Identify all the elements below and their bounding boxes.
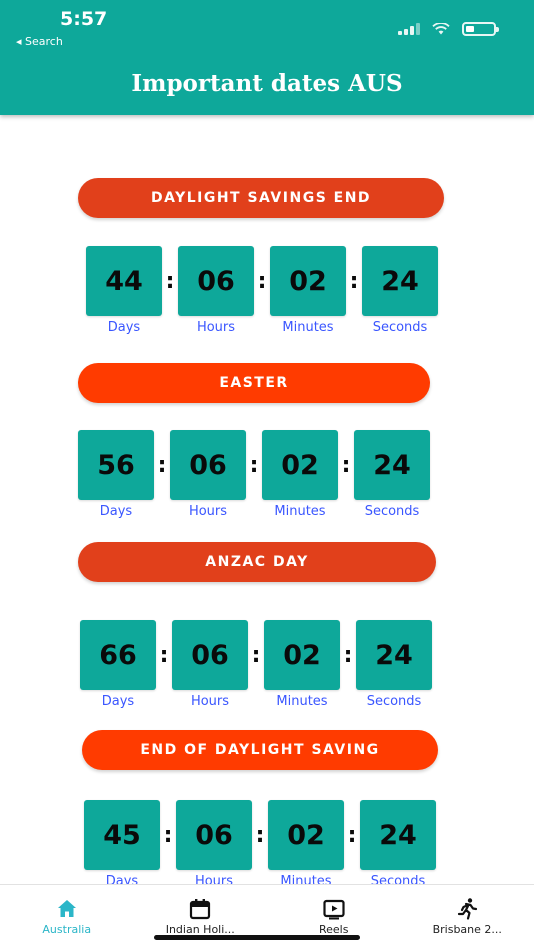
calendar-icon [188, 897, 212, 921]
colon-separator: : [346, 246, 362, 316]
minutes-value: 02 [268, 800, 344, 870]
tab-australia[interactable]: Australia [0, 885, 134, 951]
hours-value: 06 [178, 246, 254, 316]
minutes-unit: 02 Minutes [262, 430, 338, 519]
signal-icon [398, 23, 420, 35]
days-value: 66 [80, 620, 156, 690]
seconds-unit: 24 Seconds [356, 620, 432, 709]
minutes-value: 02 [262, 430, 338, 500]
countdown-timer: 66 Days : 06 Hours : 02 Minutes : 24 Sec… [80, 620, 432, 709]
tab-label: Australia [42, 923, 91, 936]
hours-label: Hours [191, 694, 229, 709]
minutes-unit: 02 Minutes [268, 800, 344, 889]
days-label: Days [100, 504, 132, 519]
minutes-label: Minutes [276, 694, 327, 709]
hours-unit: 06 Hours [178, 246, 254, 335]
tab-brisbane[interactable]: Brisbane 2... [401, 885, 534, 951]
status-icons [398, 22, 496, 36]
event-title-pill: END OF DAYLIGHT SAVING [82, 730, 438, 770]
runner-icon [455, 897, 479, 921]
event-title-pill: EASTER [78, 363, 430, 403]
battery-icon [462, 22, 496, 36]
days-label: Days [102, 694, 134, 709]
colon-separator: : [160, 800, 176, 870]
seconds-value: 24 [354, 430, 430, 500]
hours-value: 06 [176, 800, 252, 870]
days-value: 44 [86, 246, 162, 316]
hours-label: Hours [197, 320, 235, 335]
days-value: 56 [78, 430, 154, 500]
minutes-label: Minutes [274, 504, 325, 519]
seconds-value: 24 [356, 620, 432, 690]
days-unit: 45 Days [84, 800, 160, 889]
colon-separator: : [162, 246, 178, 316]
colon-separator: : [246, 430, 262, 500]
colon-separator: : [248, 620, 264, 690]
tab-label: Brisbane 2... [433, 923, 502, 936]
event-title-pill: DAYLIGHT SAVINGS END [78, 178, 444, 218]
seconds-value: 24 [360, 800, 436, 870]
hours-unit: 06 Hours [170, 430, 246, 519]
days-unit: 56 Days [78, 430, 154, 519]
tab-indian-holidays[interactable]: Indian Holi... [134, 885, 268, 951]
seconds-label: Seconds [367, 694, 422, 709]
colon-separator: : [344, 800, 360, 870]
hours-unit: 06 Hours [172, 620, 248, 709]
app-header: 5:57 ◂ Search Important dates AUS [0, 0, 534, 115]
bottom-tab-bar: Australia Indian Holi... Reels Brisbane … [0, 884, 534, 951]
status-time: 5:57 [60, 8, 107, 30]
colon-separator: : [156, 620, 172, 690]
countdown-timer: 56 Days : 06 Hours : 02 Minutes : 24 Sec… [78, 430, 430, 519]
colon-separator: : [254, 246, 270, 316]
minutes-value: 02 [270, 246, 346, 316]
colon-separator: : [338, 430, 354, 500]
minutes-unit: 02 Minutes [264, 620, 340, 709]
colon-separator: : [252, 800, 268, 870]
days-label: Days [108, 320, 140, 335]
seconds-label: Seconds [373, 320, 428, 335]
minutes-label: Minutes [282, 320, 333, 335]
colon-separator: : [340, 620, 356, 690]
days-unit: 44 Days [86, 246, 162, 335]
seconds-unit: 24 Seconds [354, 430, 430, 519]
back-to-search-link[interactable]: ◂ Search [16, 35, 63, 48]
minutes-unit: 02 Minutes [270, 246, 346, 335]
tab-reels[interactable]: Reels [267, 885, 401, 951]
hours-value: 06 [172, 620, 248, 690]
event-title-pill: ANZAC DAY [78, 542, 436, 582]
countdown-timer: 44 Days : 06 Hours : 02 Minutes : 24 Sec… [86, 246, 438, 335]
days-value: 45 [84, 800, 160, 870]
video-icon [322, 897, 346, 921]
hours-unit: 06 Hours [176, 800, 252, 889]
minutes-value: 02 [264, 620, 340, 690]
countdown-timer: 45 Days : 06 Hours : 02 Minutes : 24 Sec… [84, 800, 436, 889]
seconds-value: 24 [362, 246, 438, 316]
days-unit: 66 Days [80, 620, 156, 709]
seconds-label: Seconds [365, 504, 420, 519]
colon-separator: : [154, 430, 170, 500]
hours-value: 06 [170, 430, 246, 500]
home-icon [55, 897, 79, 921]
wifi-icon [432, 23, 450, 35]
home-indicator[interactable] [154, 935, 360, 940]
seconds-unit: 24 Seconds [360, 800, 436, 889]
page-title: Important dates AUS [0, 70, 534, 97]
seconds-unit: 24 Seconds [362, 246, 438, 335]
hours-label: Hours [189, 504, 227, 519]
